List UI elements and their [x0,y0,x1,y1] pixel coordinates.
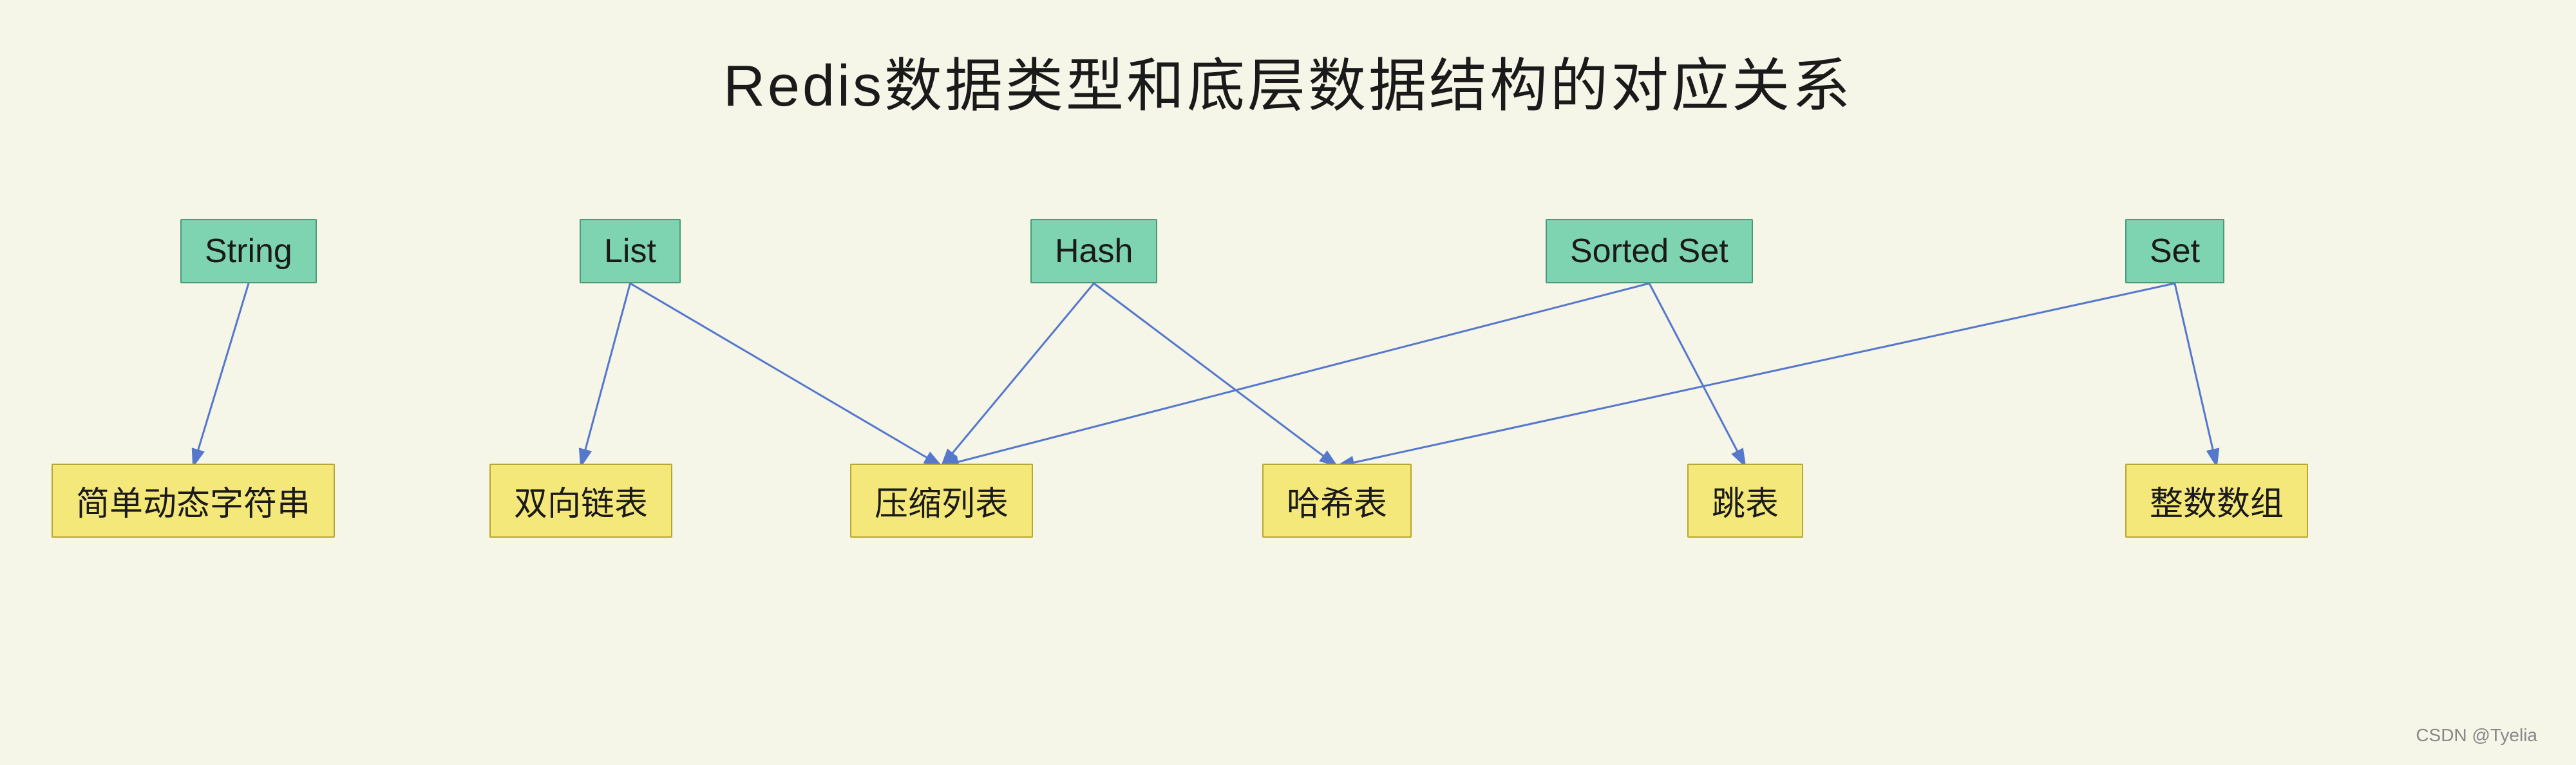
struct-box-doubly-linked-list: 双向链表 [489,464,672,538]
main-container: Redis数据类型和底层数据结构的对应关系 String List Hash Sort… [0,0,2576,765]
struct-box-skip-list: 跳表 [1687,464,1803,538]
struct-box-simple-dynamic-string: 简单动态字符串 [52,464,335,538]
watermark: CSDN @Tyelia [2416,725,2537,746]
type-box-list: List [580,219,681,283]
struct-box-hash-table: 哈希表 [1262,464,1412,538]
type-box-set: Set [2125,219,2224,283]
struct-box-compressed-list: 压缩列表 [850,464,1033,538]
type-box-string: String [180,219,317,283]
diagram-area: String List Hash Sorted Set Set 简单动态字符串 双向链表 压缩… [0,180,2576,695]
struct-box-int-array: 整数数组 [2125,464,2308,538]
type-box-sorted-set: Sorted Set [1546,219,1753,283]
type-box-hash: Hash [1030,219,1157,283]
page-title: Redis数据类型和底层数据结构的对应关系 [723,39,1853,122]
